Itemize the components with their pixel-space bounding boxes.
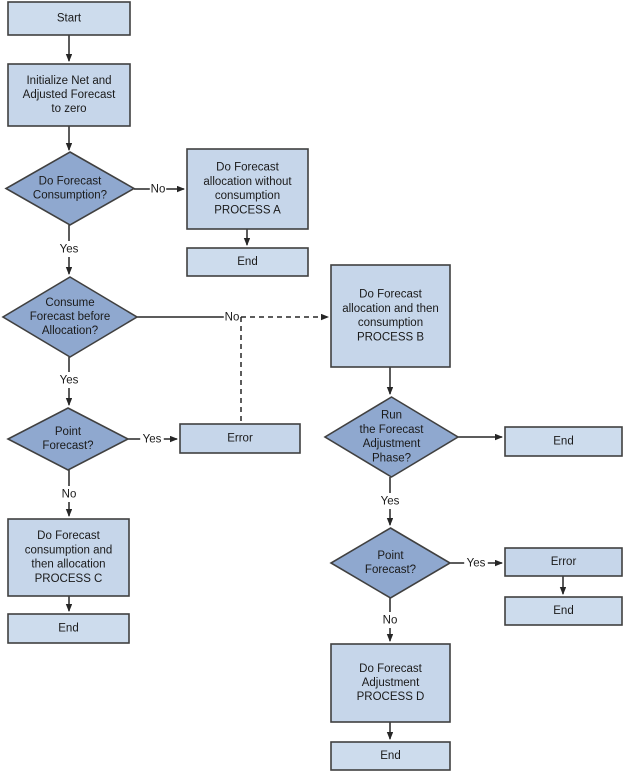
flow-node-end_d[interactable]: End <box>330 741 451 771</box>
flow-node-proc_c[interactable]: Do Forecast consumption and then allocatio… <box>7 518 130 597</box>
decision-diamond[interactable] <box>4 151 136 226</box>
edge-label: No <box>225 312 240 324</box>
edges-layer: No Yes No Yes Yes No Yes Yes No <box>57 35 567 740</box>
process-rect[interactable] <box>504 426 623 457</box>
flow-edge: Yes <box>57 357 81 406</box>
flow-node-end_run[interactable]: End <box>504 426 623 457</box>
flow-node-end_r[interactable]: End <box>504 596 623 626</box>
flow-node-d_run[interactable]: Run the Forecast Adjustment Phase? <box>323 396 460 478</box>
process-rect[interactable] <box>7 1 131 36</box>
flow-edge: Yes <box>378 477 402 526</box>
decision-diamond[interactable] <box>6 407 130 471</box>
flow-edge: Yes <box>450 555 503 571</box>
edge-label: No <box>151 184 166 196</box>
process-rect[interactable] <box>330 264 451 368</box>
edge-label: Yes <box>60 244 79 256</box>
flow-edge: Yes <box>57 225 81 275</box>
flow-edge: No <box>381 598 399 642</box>
flowchart-canvas: No Yes No Yes Yes No Yes Yes No Start Initialize … <box>1 1 623 771</box>
process-rect[interactable] <box>504 547 623 577</box>
process-rect[interactable] <box>504 596 623 626</box>
flow-edge: No <box>60 470 78 517</box>
flow-node-d_point_r[interactable]: Point Forecast? <box>329 527 452 599</box>
flow-node-d_point_l[interactable]: Point Forecast? <box>6 407 130 471</box>
edge-label: No <box>62 489 77 501</box>
edge-label: Yes <box>381 496 400 508</box>
flow-node-proc_b[interactable]: Do Forecast allocation and then consumptio… <box>330 264 451 368</box>
process-rect[interactable] <box>7 63 131 127</box>
process-rect[interactable] <box>330 741 451 771</box>
flowchart-diagram: No Yes No Yes Yes No Yes Yes No Start Initialize … <box>0 0 627 771</box>
process-rect[interactable] <box>186 247 309 277</box>
flow-edge: Yes <box>128 431 178 447</box>
edge-label: Yes <box>60 375 79 387</box>
flow-node-end_c[interactable]: End <box>7 613 130 644</box>
process-rect[interactable] <box>186 148 309 230</box>
flow-node-d_before[interactable]: Consume Forecast before Allocation? <box>1 276 139 358</box>
edge-label: Yes <box>467 558 486 570</box>
flow-node-proc_a[interactable]: Do Forecast allocation without consumption… <box>186 148 309 230</box>
process-rect[interactable] <box>330 643 451 723</box>
flow-node-d_consume[interactable]: Do Forecast Consumption? <box>4 151 136 226</box>
decision-diamond[interactable] <box>1 276 139 358</box>
process-rect[interactable] <box>7 518 130 597</box>
process-rect[interactable] <box>7 613 130 644</box>
flow-edge: No <box>137 309 241 325</box>
flow-node-end_a[interactable]: End <box>186 247 309 277</box>
edge-label: Yes <box>143 434 162 446</box>
process-rect[interactable] <box>179 423 301 454</box>
flow-edge: No <box>134 181 185 197</box>
flow-node-proc_d[interactable]: Do Forecast Adjustment PROCESS D <box>330 643 451 723</box>
decision-diamond[interactable] <box>323 396 460 478</box>
flow-node-init[interactable]: Initialize Net and Adjusted Forecast to ze… <box>7 63 131 127</box>
nodes-layer: Start Initialize Net and Adjusted Forecast… <box>1 1 623 771</box>
decision-diamond[interactable] <box>329 527 452 599</box>
flow-node-start[interactable]: Start <box>7 1 131 36</box>
flow-node-error_l[interactable]: Error <box>179 423 301 454</box>
flow-node-error_r[interactable]: Error <box>504 547 623 577</box>
edge-label: No <box>383 615 398 627</box>
